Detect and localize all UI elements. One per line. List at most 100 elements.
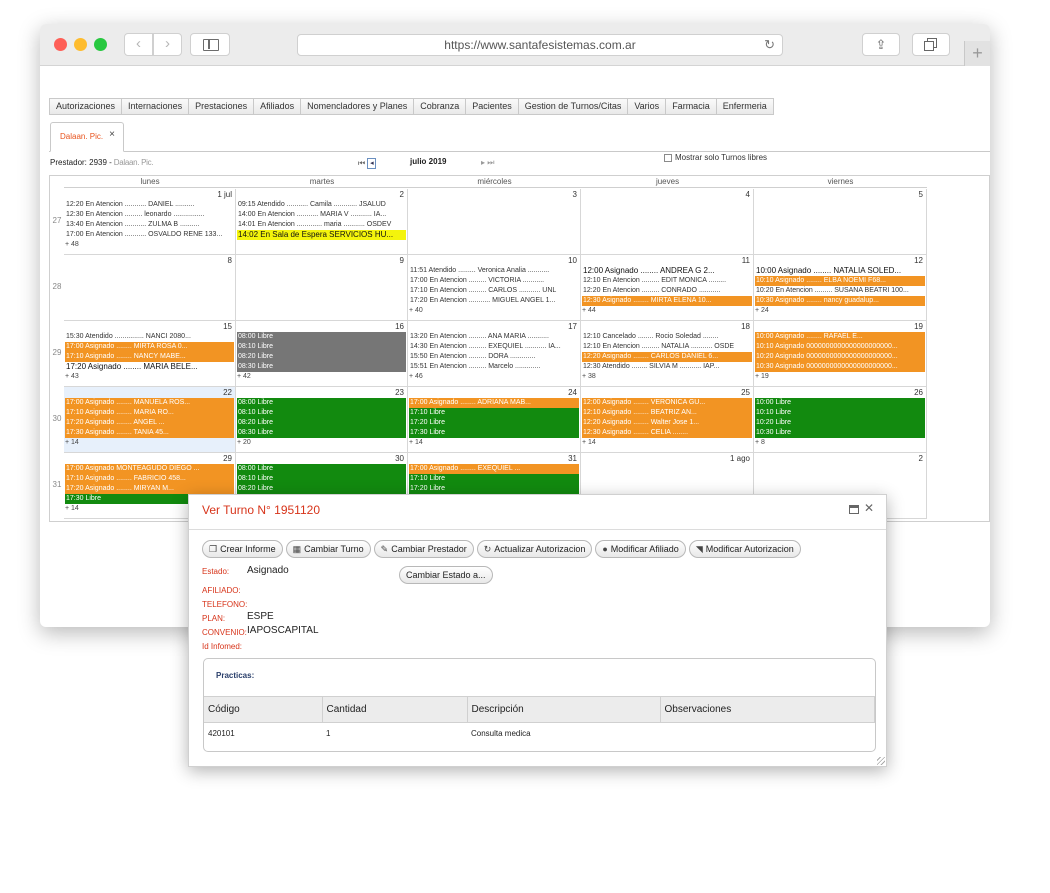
cambiar-prestador-button[interactable]: ✎ Cambiar Prestador [373,540,474,558]
more-appointments-link[interactable]: + 40 [409,307,423,314]
appointment-entry[interactable]: 13:20 En Atencion ......... ANA MARIA ..… [409,332,579,342]
calendar-day-cell[interactable]: 12 10:00 Asignado ........ NATALIA SOLED.… [754,255,927,321]
day-number[interactable]: 18 [741,322,750,331]
more-appointments-link[interactable]: + 42 [237,373,251,380]
address-bar[interactable]: https://www.santafesistemas.com.ar ↻ [297,34,783,56]
calendar-day-cell[interactable]: 17 13:20 En Atencion ......... ANA MARIA … [408,321,581,387]
day-number[interactable]: 30 [395,454,404,463]
crear-informe-button[interactable]: ❐ Crear Informe [202,540,283,558]
calendar-day-cell[interactable]: 10 11:51 Atendido ......... Veronica Anal… [408,255,581,321]
calendar-day-cell[interactable]: 19 10:00 Asignado ........ RAFAEL E... 10:… [754,321,927,387]
close-icon[interactable]: × [109,129,115,140]
maximize-icon[interactable] [849,505,859,514]
day-number[interactable]: 2 [919,454,923,463]
appointment-entry[interactable]: 17:20 En Atencion ........... MIGUEL ANG… [409,296,579,306]
appointment-entry[interactable]: 13:40 En Atencion ........... ZULMA B ..… [65,220,234,230]
appointment-entry[interactable]: 10:30 Asignado ........ nancy guadalup..… [755,296,925,306]
appointment-entry[interactable]: 14:30 En Atencion ......... EXEQUIEL ...… [409,342,579,352]
calendar-day-cell[interactable]: 8 [64,255,236,321]
appointment-entry[interactable]: 17:00 En Atencion ........... OSVALDO RE… [65,230,234,240]
day-number[interactable]: 17 [568,322,577,331]
more-appointments-link[interactable]: + 46 [409,373,423,380]
column-header[interactable]: Descripción [467,696,661,723]
appointment-entry[interactable]: 12:00 Asignado ........ VERONICA GU... [582,398,752,408]
appointment-entry[interactable]: 10:30 Asignado 0000000000000000000000... [755,362,925,372]
close-window-button[interactable] [54,38,67,51]
appointment-entry[interactable]: 08:10 Libre [237,474,406,484]
day-number[interactable]: 23 [395,388,404,397]
appointment-entry[interactable]: 08:30 Libre [237,362,406,372]
day-number[interactable]: 5 [919,190,923,199]
appointment-entry[interactable]: 10:00 Asignado ........ RAFAEL E... [755,332,925,342]
reload-icon[interactable]: ↻ [764,35,775,55]
table-row[interactable]: 420101 1 Consulta medica [204,723,875,745]
column-header[interactable]: Cantidad [322,696,468,723]
day-number[interactable]: 19 [914,322,923,331]
calendar-day-cell[interactable]: 1 jul 12:20 En Atencion ........... DANIE… [64,189,236,255]
appointment-entry[interactable]: 12:30 Asignado ........ CELIA ........ [582,428,752,438]
more-appointments-link[interactable]: + 43 [65,373,79,380]
day-number[interactable]: 4 [746,190,750,199]
appointment-entry[interactable]: 08:20 Libre [237,352,406,362]
menu-item-cobranza[interactable]: Cobranza [414,99,467,114]
calendar-day-cell[interactable]: 24 17:00 Asignado ........ ADRIANA MAB...… [408,387,581,453]
appointment-entry[interactable]: 17:30 Libre [409,428,579,438]
appointment-entry[interactable]: 10:10 Asignado 0000000000000000000000... [755,342,925,352]
free-only-toggle[interactable]: Mostrar solo Turnos libres [664,153,767,162]
more-appointments-link[interactable]: + 14 [409,439,423,446]
appointment-entry[interactable]: 08:10 Libre [237,342,406,352]
appointment-entry[interactable]: 15:51 En Atencion ......... Marcelo ....… [409,362,579,372]
calendar-day-cell[interactable]: 9 [236,255,408,321]
more-appointments-link[interactable]: + 8 [755,439,765,446]
more-appointments-link[interactable]: + 19 [755,373,769,380]
appointment-entry[interactable]: 12:10 Asignado ........ BEATRIZ AN... [582,408,752,418]
more-appointments-link[interactable]: + 14 [582,439,596,446]
appointment-entry[interactable]: 17:00 En Atencion ......... VICTORIA ...… [409,276,579,286]
appointment-entry[interactable]: 17:10 Asignado ........ FABRICIO 458... [65,474,234,484]
appointment-entry[interactable]: 08:00 Libre [237,464,406,474]
modificar-afiliado-button[interactable]: ● Modificar Afiliado [595,540,686,558]
appointment-entry[interactable]: 08:00 Libre [237,332,406,342]
appointment-entry[interactable]: 10:20 Asignado 0000000000000000000000... [755,352,925,362]
back-button[interactable]: ‹ [124,33,153,56]
prev-month-icon[interactable]: ⏮ [358,159,365,168]
appointment-entry[interactable]: 17:00 Asignado ........ MANUELA ROS... [65,398,234,408]
appointment-entry[interactable]: 12:10 Cancelado ........ Rocio Soledad .… [582,332,752,342]
appointment-entry[interactable]: 12:20 En Atencion ........... DANIEL ...… [65,200,234,210]
appointment-entry[interactable]: 17:20 Libre [409,418,579,428]
appointment-entry[interactable]: 17:00 Asignado ........ ADRIANA MAB... [409,398,579,408]
appointment-entry[interactable]: 10:00 Asignado ........ NATALIA SOLED... [755,266,925,276]
day-number[interactable]: 24 [568,388,577,397]
calendar-day-cell[interactable]: 23 08:00 Libre 08:10 Libre 08:20 Libre 08:30… [236,387,408,453]
cambiar-turno-button[interactable]: ▦ Cambiar Turno [285,540,371,558]
next-month-icon[interactable]: ▸ [481,158,485,167]
more-appointments-link[interactable]: + 24 [755,307,769,314]
calendar-day-cell[interactable]: 11 12:00 Asignado ........ ANDREA G 2... 1… [581,255,754,321]
actualizar-autorizacion-button[interactable]: ↻ Actualizar Autorizacion [476,540,593,558]
menu-item-pacientes[interactable]: Pacientes [466,99,519,114]
day-number[interactable]: 8 [228,256,232,265]
appointment-entry[interactable]: 12:20 Asignado ........ CARLOS DANIEL 6.… [582,352,752,362]
appointment-entry[interactable]: 14:02 En Sala de Espera SERVICIOS HU... [237,230,406,240]
menu-item-gestion-de-turnos-citas[interactable]: Gestion de Turnos/Citas [519,99,629,114]
zoom-window-button[interactable] [94,38,107,51]
appointment-entry[interactable]: 17:00 Asignado ........ EXEQUIEL ... [409,464,579,474]
menu-item-enfermeria[interactable]: Enfermeria [717,99,773,114]
day-number[interactable]: 25 [741,388,750,397]
appointment-entry[interactable]: 09:15 Atendido ........... Camila ......… [237,200,406,210]
menu-item-afiliados[interactable]: Afiliados [254,99,302,114]
appointment-entry[interactable]: 12:00 Asignado ........ ANDREA G 2... [582,266,752,276]
appointment-entry[interactable]: 17:20 Asignado ........ MARIA BELE... [65,362,234,372]
calendar-day-cell[interactable]: 25 12:00 Asignado ........ VERONICA GU...… [581,387,754,453]
menu-item-varios[interactable]: Varios [628,99,667,114]
more-appointments-link[interactable]: + 38 [582,373,596,380]
appointment-entry[interactable]: 15:30 Atendido ............... NANCI 208… [65,332,234,342]
appointment-entry[interactable]: 08:20 Libre [237,418,406,428]
appointment-entry[interactable]: 15:50 En Atencion ......... DORA .......… [409,352,579,362]
calendar-day-cell[interactable]: 18 12:10 Cancelado ........ Rocio Soledad… [581,321,754,387]
more-appointments-link[interactable]: + 44 [582,307,596,314]
appointment-entry[interactable]: 08:00 Libre [237,398,406,408]
column-header[interactable]: Código [204,696,323,723]
appointment-entry[interactable]: 17:30 Asignado ........ TANIA 45... [65,428,234,438]
appointment-entry[interactable]: 14:01 En Atencion ............. maria ..… [237,220,406,230]
